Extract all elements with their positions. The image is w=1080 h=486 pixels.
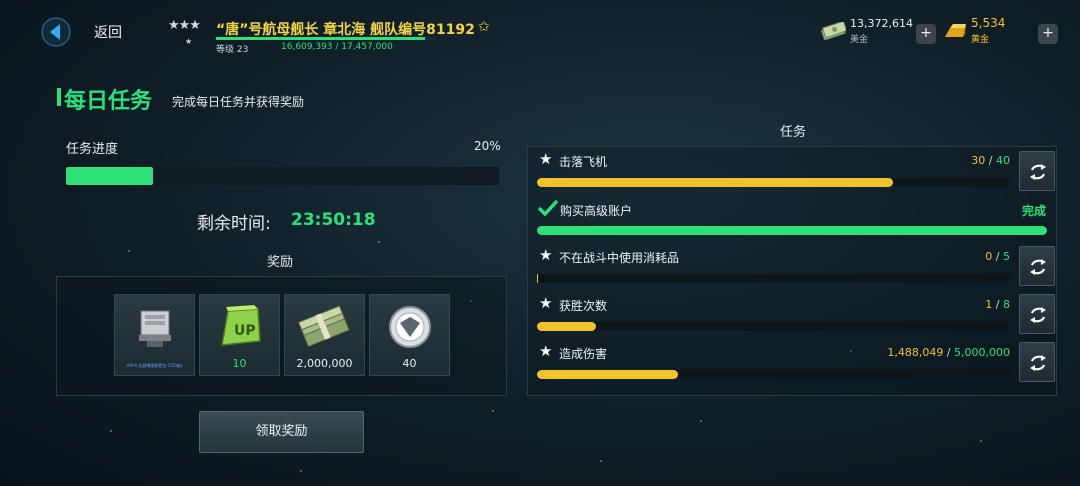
upgrade-token-icon: UP <box>221 305 261 346</box>
task-star-icon: ★ <box>539 342 553 360</box>
back-label[interactable]: 返回 <box>94 22 122 42</box>
claim-rewards-button[interactable]: 领取奖励 <box>199 411 364 453</box>
page-title: 每日任务 <box>64 89 153 114</box>
gold-name: 黄金 <box>971 35 990 45</box>
reward-item[interactable]: 40 <box>369 294 450 376</box>
xp-bar <box>216 37 436 40</box>
refresh-task-button[interactable] <box>1019 294 1055 334</box>
task-progress-fill <box>537 178 893 187</box>
favorite-star-icon[interactable]: ✩ <box>478 19 490 35</box>
svg-text:UP: UP <box>234 323 256 339</box>
page-subtitle: 完成每日任务并获得奖励 <box>172 95 305 109</box>
cash-stack-icon <box>297 305 350 348</box>
checkmark-icon <box>537 199 559 217</box>
task-count: 0 / 5 <box>985 250 1010 263</box>
add-money-button[interactable]: + <box>916 24 936 44</box>
reward-item-qty: 10 <box>232 357 247 370</box>
xp-label: 16,609,393 / 17,457,000 <box>281 42 393 52</box>
refresh-icon <box>1030 164 1046 180</box>
task-progress-label: 任务进度 <box>66 142 119 157</box>
fleet-emblem-icon <box>389 306 431 348</box>
task-progress-bar <box>537 226 1047 235</box>
player-title: “唐”号航母舰长 章北海 舰队编号81192 <box>216 22 475 38</box>
reward-item-qty: 40 <box>402 357 417 370</box>
money-value: 13,372,614 <box>850 17 913 30</box>
task-star-icon: ★ <box>539 150 553 168</box>
refresh-icon <box>1030 355 1046 371</box>
level-label: 等级 23 <box>216 45 249 55</box>
back-button[interactable] <box>40 16 72 48</box>
task-name: 击落飞机 <box>559 155 608 169</box>
task-name: 造成伤害 <box>559 347 608 361</box>
task-progress-bar <box>537 178 1011 187</box>
reward-item[interactable]: 2,000,000 <box>284 294 365 376</box>
rank-sub-star-icon: ★ <box>185 37 193 46</box>
task-progress-fill <box>537 274 538 283</box>
back-arrow-icon <box>41 17 71 47</box>
time-remaining-label: 剩余时间: <box>197 214 271 234</box>
task-count: 1,488,049 / 5,000,000 <box>887 346 1010 359</box>
task-name: 获胜次数 <box>559 299 608 313</box>
task-progress-bar <box>537 370 1011 379</box>
task-name: 购买高级账户 <box>560 204 633 218</box>
refresh-task-button[interactable] <box>1019 342 1055 382</box>
task-count: 30 / 40 <box>971 154 1010 167</box>
refresh-task-button[interactable] <box>1019 151 1055 191</box>
task-star-icon: ★ <box>539 246 553 264</box>
reward-item[interactable]: AM-9 武器增强装置包 (200级) <box>114 294 195 376</box>
task-progress-fill <box>537 370 679 379</box>
time-remaining-value: 23:50:18 <box>291 210 376 230</box>
task-progress-fill <box>537 226 1047 235</box>
task-progress-bar <box>537 274 1011 283</box>
equipment-crate-icon <box>139 310 171 347</box>
reward-item-qty: 2,000,000 <box>296 357 353 370</box>
xp-bar-fill <box>216 37 426 40</box>
tasks-title: 任务 <box>780 125 807 140</box>
refresh-task-button[interactable] <box>1019 246 1055 286</box>
rank-stars-icon: ★★★ <box>168 18 201 33</box>
add-gold-button[interactable]: + <box>1038 24 1058 44</box>
task-name: 不在战斗中使用消耗品 <box>559 251 680 265</box>
reward-item[interactable]: UP 10 <box>199 294 280 376</box>
refresh-icon <box>1030 259 1046 275</box>
gold-value: 5,534 <box>971 16 1006 30</box>
task-progress-bar <box>537 322 1011 331</box>
task-progress-fill <box>537 322 597 331</box>
task-complete-label: 完成 <box>1022 204 1047 218</box>
refresh-icon <box>1030 307 1046 323</box>
task-star-icon: ★ <box>539 294 553 312</box>
task-progress-fill <box>66 167 153 185</box>
reward-item-caption: AM-9 武器增强装置包 (200级) <box>126 363 183 368</box>
task-progress-bar <box>66 167 499 185</box>
header-accent-bar <box>57 88 61 106</box>
task-progress-percent: 20% <box>474 139 501 153</box>
cash-icon <box>820 22 846 40</box>
money-name: 美金 <box>850 35 869 45</box>
task-count: 1 / 8 <box>985 298 1010 311</box>
gold-bar-icon <box>945 24 966 37</box>
rewards-title: 奖励 <box>267 255 294 270</box>
